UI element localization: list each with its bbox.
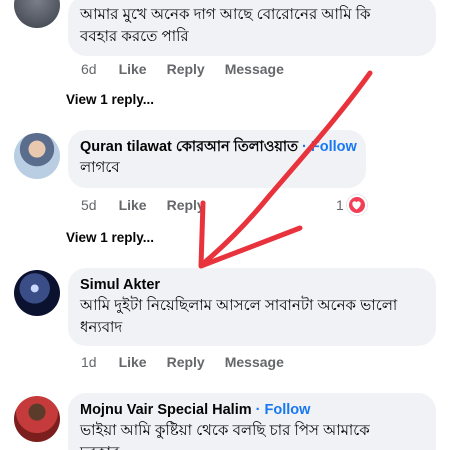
timestamp[interactable]: 6d xyxy=(81,61,97,77)
heart-icon xyxy=(346,195,367,215)
comment-text: লাগবে xyxy=(80,159,120,176)
avatar[interactable] xyxy=(14,133,60,179)
reaction-count-value: 1 xyxy=(336,197,344,213)
avatar[interactable] xyxy=(14,396,60,442)
comment-text: ভাইয়া আমি কুষ্টিয়া থেকে বলছি চার পিস আ… xyxy=(80,422,370,439)
comment-actions: 6d Like Reply Message xyxy=(81,61,304,77)
commenter-name[interactable]: Mojnu Vair Special Halim · Follow xyxy=(80,401,424,420)
follow-button[interactable]: · Follow xyxy=(302,139,357,155)
comment-text: আমি দুইটা নিয়েছিলাম আসলে সাবানটা অনেক ভ… xyxy=(80,297,398,314)
comment-text: ধন্যবাদ xyxy=(80,319,123,336)
commenter-name-text[interactable]: Mojnu Vair Special Halim xyxy=(80,402,252,418)
follow-button[interactable]: · Follow xyxy=(256,402,311,418)
comment-bubble: আমার মুখে অনেক দাগ আছে বোরোনের আমি কি বব… xyxy=(68,0,436,56)
message-button[interactable]: Message xyxy=(225,61,284,77)
view-replies-link[interactable]: View 1 reply... xyxy=(66,230,154,245)
reaction-count[interactable]: 1 xyxy=(336,195,367,215)
reply-button[interactable]: Reply xyxy=(167,354,205,370)
view-replies-link[interactable]: View 1 reply... xyxy=(66,92,154,107)
timestamp[interactable]: 5d xyxy=(81,197,97,213)
comment-bubble: Mojnu Vair Special Halim · Follow ভাইয়া … xyxy=(68,393,436,450)
comment-text: ববহার করতে পারি xyxy=(80,28,189,45)
timestamp[interactable]: 1d xyxy=(81,354,97,370)
reply-button[interactable]: Reply xyxy=(167,61,205,77)
like-button[interactable]: Like xyxy=(119,354,147,370)
commenter-name[interactable]: Simul Akter xyxy=(80,276,424,295)
comment-bubble: Simul Akter আমি দুইটা নিয়েছিলাম আসলে সা… xyxy=(68,268,436,346)
commenter-name-text[interactable]: Quran tilawat কোরআন তিলাওয়াত xyxy=(80,139,298,155)
commenter-name[interactable]: Quran tilawat কোরআন তিলাওয়াত · Follow xyxy=(80,138,357,157)
comment-text: আমার মুখে অনেক দাগ আছে বোরোনের আমি কি xyxy=(80,6,371,23)
comment-actions: 1d Like Reply Message xyxy=(81,354,304,370)
message-button[interactable]: Message xyxy=(225,354,284,370)
comment-actions: 5d Like Reply xyxy=(81,197,225,213)
comment-bubble: Quran tilawat কোরআন তিলাওয়াত · Follow লা… xyxy=(68,130,366,188)
like-button[interactable]: Like xyxy=(119,197,147,213)
avatar[interactable] xyxy=(14,270,60,316)
avatar[interactable] xyxy=(14,0,60,28)
comment-text: দরকার xyxy=(80,442,424,450)
reply-button[interactable]: Reply xyxy=(167,197,205,213)
like-button[interactable]: Like xyxy=(119,61,147,77)
